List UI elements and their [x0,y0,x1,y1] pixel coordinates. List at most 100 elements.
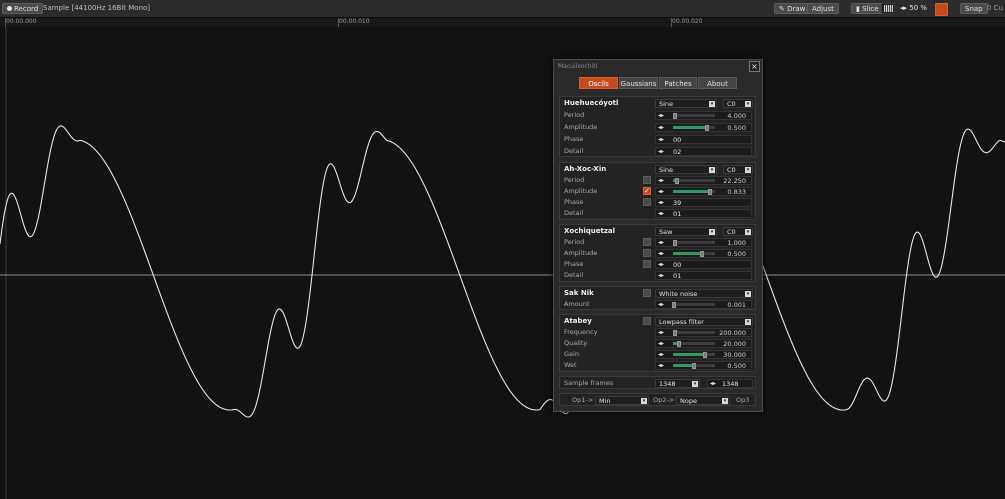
osc-name: Ah-Xoc-Xin [564,165,607,173]
amplitude-slider[interactable]: ◂▸ 0.833 [655,187,752,196]
slider-handle[interactable] [707,189,712,195]
op1-label: Op1-> [572,396,594,404]
step-arrows-icon: ◂▸ [658,188,665,195]
period-slider[interactable]: ◂▸ 22.250 [655,176,752,185]
period-slider[interactable]: ◂▸ 1.000 [655,238,752,247]
slider-handle[interactable] [673,240,678,246]
sample-frames-stepper[interactable]: ◂▸ 1348 [707,379,753,388]
noise-name: Sak Nik [564,289,594,297]
amplitude-checkbox[interactable] [643,249,651,257]
draw-button[interactable]: ✎ Draw [774,3,811,14]
step-arrows-icon: ◂▸ [658,239,665,246]
param-value: 00 [673,136,682,144]
close-icon[interactable]: × [749,61,760,72]
param-label: Period [564,176,585,184]
slice-icon: ▮ [856,5,860,13]
period-slider[interactable]: ◂▸ 4.000 [655,111,752,120]
sample-frames-select[interactable]: 1348 ▾ [655,379,700,388]
record-button[interactable]: Record [2,3,44,14]
step-arrows-icon: ◂▸ [658,351,665,358]
param-value: 39 [673,199,682,207]
snap-button[interactable]: Snap [960,3,988,14]
detail-stepper[interactable]: ◂▸ 01 [655,271,752,280]
param-value: 22.250 [723,177,746,185]
step-arrows-icon: ◂▸ [658,124,665,131]
amount-slider[interactable]: ◂▸ 0.001 [655,300,752,309]
slider-handle[interactable] [702,352,707,358]
param-value: 4.000 [727,112,746,120]
tab-oscils[interactable]: Oscils [579,77,618,89]
param-value: 0.001 [727,301,746,309]
param-value: 0.500 [727,124,746,132]
amplitude-slider[interactable]: ◂▸ 0.500 [655,123,752,132]
param-label: Phase [564,135,584,143]
slider-handle[interactable] [677,341,682,347]
phase-checkbox[interactable] [643,198,651,206]
step-arrows-icon: ◂▸ [658,362,665,369]
param-value: 20.000 [723,340,746,348]
period-checkbox[interactable] [643,238,651,246]
note-select[interactable]: C0 ▾ [723,227,753,236]
step-arrows-icon: ◂▸ [710,380,717,387]
phase-checkbox[interactable] [643,260,651,268]
ops-row: Op1-> Min ▾ Op2-> Nope ▾ Op3 [559,393,756,406]
op2-select[interactable]: Nope ▾ [676,396,730,405]
chevron-down-icon: ▾ [745,291,751,297]
step-arrows-icon: ◂▸ [658,301,665,308]
wave-select[interactable]: Sine ▾ [655,99,717,108]
frequency-slider[interactable]: ◂▸ 200.000 [655,328,752,337]
tab-gaussians[interactable]: Gaussians [619,77,658,89]
op1-select[interactable]: Min ▾ [595,396,649,405]
phase-stepper[interactable]: ◂▸ 00 [655,135,752,144]
wave-select[interactable]: Saw ▾ [655,227,717,236]
param-value: 30.000 [723,351,746,359]
sample-info: Sample [44100Hz 16Bit Mono] [43,4,151,12]
zoom-control[interactable]: ◂▸ 50 % [900,3,927,14]
param-value: 0.500 [727,362,746,370]
tab-patches[interactable]: Patches [659,77,697,89]
param-value: 00 [673,261,682,269]
adjust-button[interactable]: Adjust [807,3,839,14]
filter-type-select[interactable]: Lowpass filter ▾ [655,317,753,326]
period-checkbox[interactable] [643,176,651,184]
phase-stepper[interactable]: ◂▸ 39 [655,198,752,207]
gain-slider[interactable]: ◂▸ 30.000 [655,350,752,359]
wave-select[interactable]: Sine ▾ [655,165,717,174]
grid-button[interactable] [881,3,895,14]
filter-checkbox[interactable] [643,317,651,325]
panel-title: Macuilxochitl [558,63,598,70]
phase-stepper[interactable]: ◂▸ 00 [655,260,752,269]
step-arrows-icon: ◂▸ [658,177,665,184]
step-arrows-icon: ◂▸ [658,148,665,155]
slice-button[interactable]: ▮ Slice [851,3,884,14]
amplitude-checkbox[interactable]: ✓ [643,187,651,195]
slider-handle[interactable] [671,302,676,308]
chevron-down-icon: ▾ [692,381,698,387]
op2-label: Op2-> [653,396,675,404]
noise-checkbox[interactable] [643,289,651,297]
tab-about[interactable]: About [698,77,737,89]
detail-stepper[interactable]: ◂▸ 01 [655,209,752,218]
color-swatch[interactable] [935,3,948,16]
param-value: 01 [673,210,682,218]
slider-handle[interactable] [692,363,696,369]
waveform-line [0,125,1005,418]
slider-handle[interactable] [673,330,678,336]
note-select[interactable]: C0 ▾ [723,165,753,174]
slider-handle[interactable] [700,251,705,257]
cursor-label: 0 Cu [987,4,1004,12]
amplitude-slider[interactable]: ◂▸ 0.500 [655,249,752,258]
waveform-view[interactable] [0,27,1005,499]
param-label: Quality [564,339,588,347]
slider-handle[interactable] [704,125,709,131]
note-select[interactable]: C0 ▾ [723,99,753,108]
timeline-ruler[interactable]: 00.00.000 00.00.010 00.00.020 [0,18,1005,27]
slider-handle[interactable] [673,113,678,119]
wet-slider[interactable]: ◂▸ 0.500 [655,361,752,370]
slider-handle[interactable] [675,178,680,184]
quality-slider[interactable]: ◂▸ 20.000 [655,339,752,348]
detail-stepper[interactable]: ◂▸ 02 [655,147,752,156]
checkmark-icon: ✓ [644,187,650,195]
chevron-down-icon: ▾ [709,167,715,173]
noise-type-select[interactable]: White noise ▾ [655,289,753,298]
